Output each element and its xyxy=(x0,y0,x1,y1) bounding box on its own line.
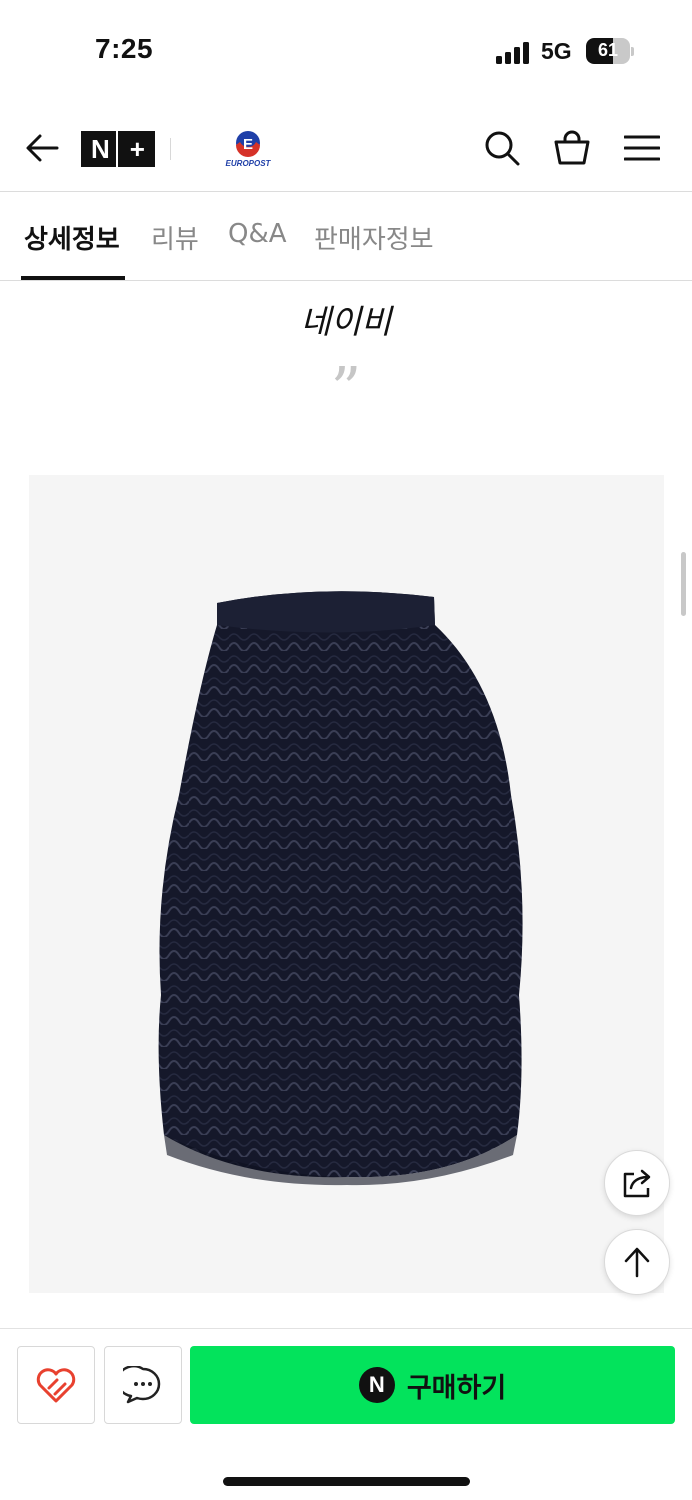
battery-icon: 61 xyxy=(586,38,630,64)
npay-icon: N xyxy=(358,1367,395,1403)
status-bar: 7:25 5G 61 xyxy=(0,0,692,100)
product-image xyxy=(29,475,664,1293)
heart-icon xyxy=(36,1368,76,1403)
wishlist-button[interactable] xyxy=(17,1346,95,1424)
share-icon xyxy=(623,1169,651,1198)
logo-plus: + xyxy=(129,133,145,164)
tab-qna[interactable]: Q&A xyxy=(228,219,287,249)
scroll-top-button[interactable] xyxy=(604,1229,670,1295)
color-caption: 네이비 xyxy=(300,302,392,341)
hamburger-menu-icon xyxy=(624,135,660,161)
back-arrow-icon xyxy=(26,134,59,162)
cart-button[interactable] xyxy=(550,126,594,170)
battery-percent: 61 xyxy=(597,40,619,60)
buy-button[interactable]: N 구매하기 xyxy=(190,1346,675,1424)
quote-mark: ” xyxy=(330,355,362,425)
active-tab-indicator xyxy=(21,276,125,280)
status-time: 7:25 xyxy=(95,33,154,64)
store-logo-text: EUROPOST xyxy=(226,159,272,168)
share-button[interactable] xyxy=(604,1150,670,1216)
buy-button-label: 구매하기 xyxy=(406,1372,507,1404)
signal-icon xyxy=(496,40,532,64)
naver-plus-logo[interactable]: N + xyxy=(81,131,155,167)
logo-divider xyxy=(170,138,171,160)
scroll-indicator[interactable] xyxy=(681,552,686,616)
store-logo[interactable]: E EUROPOST xyxy=(222,128,274,170)
tab-detail[interactable]: 상세정보 xyxy=(24,219,120,256)
menu-button[interactable] xyxy=(620,126,664,170)
tab-review[interactable]: 리뷰 xyxy=(151,219,199,256)
shopping-bag-icon xyxy=(554,130,590,165)
logo-n: N xyxy=(91,131,118,167)
bottom-action-bar: N 구매하기 xyxy=(0,1328,692,1500)
search-icon xyxy=(485,131,520,166)
arrow-up-icon xyxy=(624,1247,650,1278)
store-logo-letter: E xyxy=(243,136,253,153)
back-button[interactable] xyxy=(20,126,64,170)
search-button[interactable] xyxy=(480,126,524,170)
battery-tip xyxy=(631,47,634,56)
tab-seller-info[interactable]: 판매자정보 xyxy=(314,219,434,256)
home-indicator[interactable] xyxy=(223,1477,470,1486)
chat-bubble-icon xyxy=(123,1366,161,1404)
top-navigation: N + E EUROPOST xyxy=(0,108,692,192)
product-tabs: 상세정보 리뷰 Q&A 판매자정보 xyxy=(0,193,692,281)
talk-button[interactable] xyxy=(104,1346,182,1424)
network-label: 5G xyxy=(541,38,572,64)
